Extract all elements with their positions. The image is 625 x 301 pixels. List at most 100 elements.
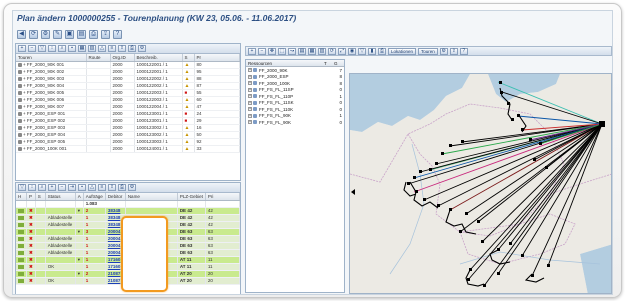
filter-icon[interactable]: ▽ — [18, 184, 26, 191]
tab-touren[interactable]: Touren — [418, 47, 438, 55]
export-icon[interactable]: ⇪ — [101, 29, 110, 39]
tour-row[interactable]: + FF_2000_ESP 004 2000 1000123002 / 1 ▲ 50 — [16, 131, 240, 139]
export-icon[interactable]: ⇪ — [118, 45, 126, 52]
tour-row[interactable]: + FF_2000_100K 001 2000 1000124001 / 1 ▲ 33 — [16, 145, 240, 153]
row-handle[interactable] — [16, 214, 27, 222]
tour-row[interactable]: + FF_2000_90K 006 2000 1000122003 / 1 ▲ 60 — [16, 96, 240, 104]
row-handle[interactable] — [16, 277, 27, 285]
col-touren[interactable]: Touren — [16, 54, 87, 62]
expand-icon[interactable]: + — [248, 81, 252, 86]
fit-icon[interactable]: ⤢ — [338, 47, 346, 55]
tour-row[interactable]: + FF_2000_90K 001 2000 1000122001 / 1 ▲ 80 — [16, 61, 240, 69]
expand-icon[interactable]: + — [248, 100, 252, 105]
settings-icon[interactable]: ⚙ — [41, 29, 50, 39]
row-handle[interactable] — [16, 270, 27, 278]
resource-item[interactable]: + FF_2000_90K 7 — [246, 67, 344, 74]
tour-row[interactable]: + FF_2000_90K 002 2000 1000122001 / 1 ▲ 95 — [16, 68, 240, 76]
row-handle[interactable] — [16, 242, 27, 250]
calendar-icon[interactable]: ▦ — [78, 45, 86, 52]
col-p[interactable]: P — [26, 193, 36, 201]
resource-item[interactable]: + FF_2000_100K 8 — [246, 80, 344, 87]
print-icon[interactable]: ⎙ — [128, 45, 136, 52]
truck-icon[interactable]: ▪ — [78, 184, 86, 191]
col-status[interactable]: S — [182, 54, 195, 62]
pan-icon[interactable]: ✥ — [268, 47, 276, 55]
refresh-icon[interactable]: ⟳ — [328, 47, 336, 55]
row-handle[interactable] — [16, 228, 27, 236]
tools-icon[interactable]: ✎ — [53, 29, 62, 39]
col-a[interactable]: A — [75, 193, 84, 201]
expand-icon[interactable]: + — [18, 45, 26, 52]
list-icon[interactable]: ≡ — [108, 45, 116, 52]
help-icon[interactable]: ? — [113, 29, 122, 39]
assign-icon[interactable]: ⇥ — [68, 184, 76, 191]
tour-row[interactable]: + FF_2000_90K 007 2000 1000122004 / 1 ▲ 47 — [16, 103, 240, 111]
expand-icon[interactable]: + — [248, 87, 252, 92]
add-icon[interactable]: + — [48, 184, 56, 191]
col-debitor[interactable]: Debitor — [105, 193, 126, 201]
legend-icon[interactable]: ▥ — [318, 47, 326, 55]
remove-icon[interactable]: − — [58, 184, 66, 191]
tour-row[interactable]: + FF_2000_ESP 005 2000 1000123003 / 1 ▲ 92 — [16, 138, 240, 146]
row-handle[interactable] — [16, 249, 27, 257]
expand-icon[interactable]: + — [248, 107, 252, 112]
resource-item[interactable]: + FF_FS_FL_90K 0 — [246, 119, 344, 126]
print-icon[interactable]: ⎙ — [118, 184, 126, 191]
folder-icon[interactable]: ▤ — [77, 29, 86, 39]
col-org-id[interactable]: Org.ID — [110, 54, 135, 62]
col-plz-gebiet[interactable]: PLZ-Gebiet — [177, 193, 206, 201]
layout-icon[interactable]: ▥ — [88, 45, 96, 52]
tour-row[interactable]: + FF_2000_90K 005 2000 1000122003 / 1 ■ 55 — [16, 89, 240, 97]
col-h[interactable]: H — [16, 193, 27, 201]
grid-icon[interactable]: ▦ — [308, 47, 316, 55]
col-pr[interactable]: Pr — [194, 54, 240, 62]
row-handle[interactable] — [16, 207, 27, 215]
filter-icon[interactable]: ▽ — [358, 47, 366, 55]
tour-row[interactable]: + FF_2000_ESP 001 2000 1000123001 / 1 ■ 24 — [16, 110, 240, 118]
col-s[interactable]: S — [35, 193, 46, 201]
warning-icon[interactable]: △ — [88, 184, 96, 191]
row-handle[interactable] — [16, 221, 27, 229]
print-icon[interactable]: ⎙ — [378, 47, 386, 55]
expand-icon[interactable]: + — [248, 68, 252, 73]
help-icon[interactable]: ? — [459, 47, 468, 55]
collapse-icon[interactable]: − — [28, 45, 36, 52]
row-handle[interactable] — [16, 235, 27, 243]
zoom-in-icon[interactable]: + — [248, 47, 256, 55]
chart-icon[interactable]: ▮ — [368, 47, 376, 55]
warning-icon[interactable]: △ — [98, 45, 106, 52]
route-icon[interactable]: ↝ — [288, 47, 296, 55]
expand-icon[interactable]: + — [248, 74, 252, 79]
col-route[interactable]: Route — [86, 54, 111, 62]
col-auftraege[interactable]: Aufträge — [83, 193, 106, 201]
order-debitor[interactable]: 38348 — [105, 207, 126, 215]
filter-icon[interactable]: ▽ — [38, 45, 46, 52]
map-view[interactable] — [349, 73, 612, 294]
col-pri[interactable]: Pri — [205, 193, 240, 201]
list-icon[interactable]: ≡ — [98, 184, 106, 191]
save-icon[interactable]: ▣ — [65, 29, 74, 39]
marker-icon[interactable]: ◉ — [348, 47, 356, 55]
resource-item[interactable]: + FF_FS_FL_11SP 0 — [246, 87, 344, 94]
search-icon[interactable]: ⌕ — [58, 45, 66, 52]
col-beschreibung[interactable]: Beschreib. — [134, 54, 183, 62]
expand-icon[interactable]: + — [248, 120, 252, 125]
sort-icon[interactable]: ↕ — [48, 45, 56, 52]
expand-icon[interactable]: + — [248, 113, 252, 118]
back-icon[interactable]: ◀ — [17, 29, 26, 39]
refresh-icon[interactable]: ⟳ — [29, 29, 38, 39]
tour-row[interactable]: + FF_2000_ESP 002 2000 1000123001 / 1 ■ 29 — [16, 117, 240, 125]
truck-icon[interactable]: ▪ — [68, 45, 76, 52]
zoom-out-icon[interactable]: − — [258, 47, 266, 55]
tour-row[interactable]: + FF_2000_90K 004 2000 1000122002 / 1 ▲ 87 — [16, 82, 240, 90]
tab-lokationen[interactable]: Lokationen — [388, 47, 417, 55]
tour-row[interactable]: + FF_2000_90K 003 2000 1000122002 / 1 ▲ 88 — [16, 75, 240, 83]
resource-item[interactable]: + FF_FS_FL_110K 0 — [246, 106, 344, 113]
map-canvas[interactable] — [350, 74, 612, 294]
print-icon[interactable]: ⎙ — [89, 29, 98, 39]
tour-row[interactable]: + FF_2000_ESP 003 2000 1000123002 / 1 ▲ 16 — [16, 124, 240, 132]
expand-icon[interactable]: + — [248, 94, 252, 99]
export-icon[interactable]: ⇪ — [449, 47, 458, 55]
resource-item[interactable]: + FF_FS_FL_11SK 0 — [246, 100, 344, 107]
sort-icon[interactable]: ↕ — [28, 184, 36, 191]
